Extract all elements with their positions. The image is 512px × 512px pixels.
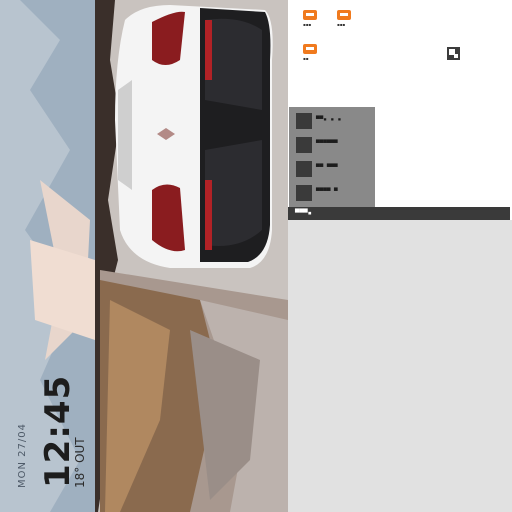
app-shortcut-2[interactable]: ▪▪▪ [337,10,351,27]
app-label: ▪▪▪ [337,22,346,27]
menu-item-icon [296,113,312,129]
app-icon [303,10,317,20]
menu-item-label: ▀▀▀▀ ▀ [316,188,338,195]
menu-item-label: ▀▀ ▀▀▀ [316,164,338,171]
menu-item-label: ▀▀▪ ▪ ▪ [316,116,342,123]
context-menu-item-1[interactable]: ▀▀▪ ▪ ▪ [289,110,375,132]
app-label: ▪▪ [303,56,309,61]
empty-workspace [288,220,512,512]
wallpaper-image [0,0,288,512]
context-menu-item-3[interactable]: ▀▀ ▀▀▀ [289,158,375,180]
context-menu: ▀▀▪ ▪ ▪ ▀▀▀▀▀▀ ▀▀ ▀▀▀ ▀▀▀▀ ▀ [289,107,375,207]
status-bar-label: ▀▀▀▪ [295,209,312,217]
launcher-status-bar[interactable]: ▀▀▀▪ [288,207,510,220]
menu-item-icon [296,137,312,153]
expand-icon[interactable] [447,47,460,60]
menu-item-icon [296,185,312,201]
lockscreen-wallpaper [0,0,288,512]
context-menu-item-2[interactable]: ▀▀▀▀▀▀ [289,134,375,156]
app-icon [303,44,317,54]
menu-item-icon [296,161,312,177]
menu-item-label: ▀▀▀▀▀▀ [316,140,338,147]
app-icon [337,10,351,20]
app-label: ▪▪▪ [303,22,312,27]
app-shortcut-1[interactable]: ▪▪▪ [303,10,317,27]
app-shortcut-3[interactable]: ▪▪ [303,44,317,61]
context-menu-item-4[interactable]: ▀▀▀▀ ▀ [289,182,375,204]
